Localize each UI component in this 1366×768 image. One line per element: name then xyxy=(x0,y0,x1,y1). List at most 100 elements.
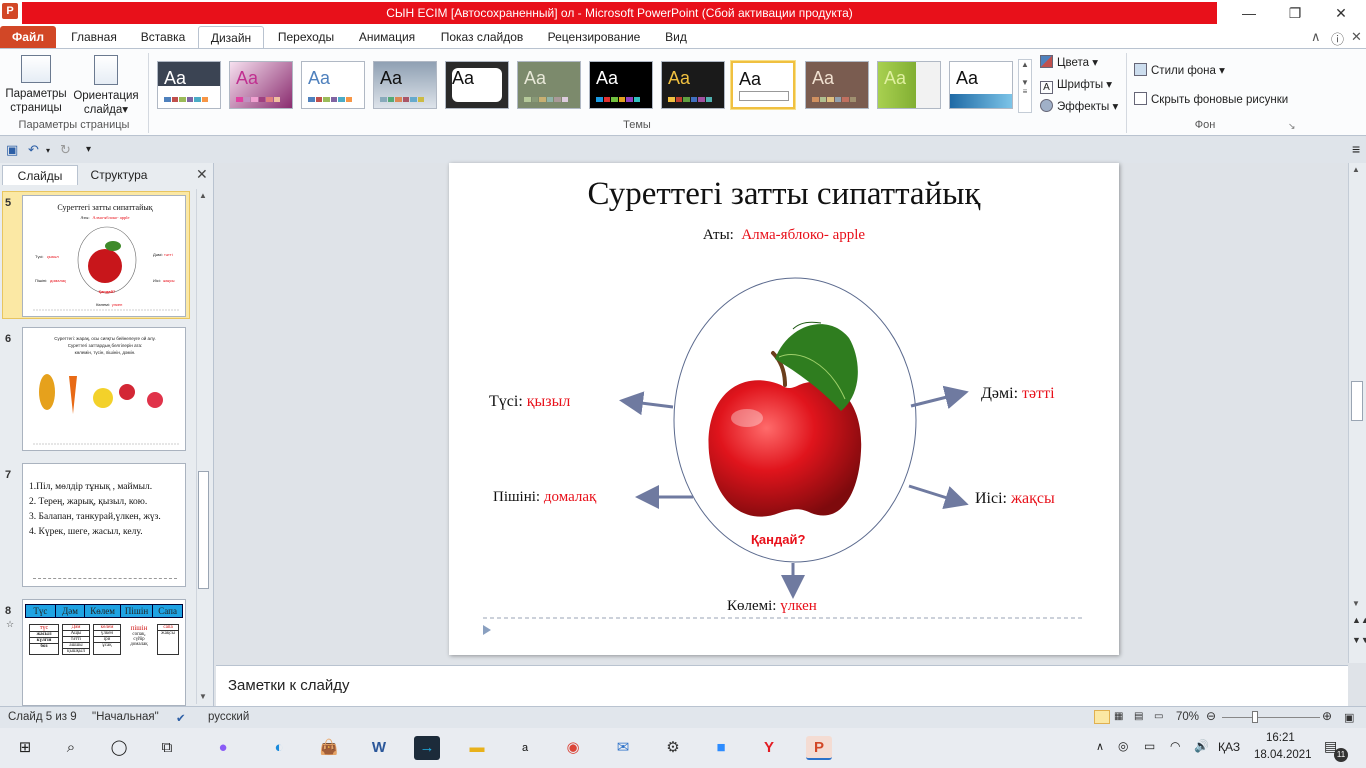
slide-thumbnail-6[interactable]: Суреттегі: жарақ, осы сияқты бейнелеуге … xyxy=(22,327,186,451)
page-setup-button[interactable]: Параметры страницы xyxy=(4,55,68,115)
task-view-icon[interactable]: ⧉ xyxy=(154,736,180,760)
theme-pink[interactable]: Aa xyxy=(229,61,293,109)
editor-scrollbar[interactable]: ▲ ▼ ▲▲ ▼▼ xyxy=(1348,163,1366,663)
theme-selected[interactable]: Aa xyxy=(731,61,795,109)
customize-qat-icon[interactable]: ▾ xyxy=(86,144,91,155)
zoom-slider-thumb[interactable] xyxy=(1252,711,1258,723)
tab-slides[interactable]: Слайды xyxy=(2,165,78,185)
theme-olive[interactable]: Aa xyxy=(517,61,581,109)
taste-attribute[interactable]: Дәмі: тәтті xyxy=(981,385,1055,403)
theme-black-gold[interactable]: Aa xyxy=(661,61,725,109)
save-icon[interactable]: ▣ xyxy=(6,142,18,158)
orientation-button[interactable]: Ориентация слайда▾ xyxy=(70,55,142,117)
undo-icon[interactable]: ↶ xyxy=(28,142,39,158)
tab-design[interactable]: Дизайн xyxy=(198,26,264,48)
theme-white[interactable]: Aa xyxy=(301,61,365,109)
slide-thumbnail-5[interactable]: Суреттегі затты сипаттайық Аты: Алма-ябл… xyxy=(22,195,186,317)
minimize-icon[interactable]: — xyxy=(1226,0,1272,26)
meet-now-icon[interactable]: ◎ xyxy=(1118,739,1128,753)
language[interactable]: русский xyxy=(208,711,249,723)
redo-icon[interactable]: ↻ xyxy=(60,142,71,158)
close-panel-icon[interactable]: ✕ xyxy=(196,166,208,183)
clock-time[interactable]: 16:21 xyxy=(1266,732,1295,744)
tab-transitions[interactable]: Переходы xyxy=(270,26,342,48)
powerpoint-app-icon[interactable]: P xyxy=(2,3,18,19)
tab-review[interactable]: Рецензирование xyxy=(540,26,648,48)
effects-button[interactable]: Эффекты ▾ xyxy=(1040,99,1118,113)
theme-blue-wave[interactable]: Aa xyxy=(949,61,1013,109)
slide-thumbnail-8[interactable]: Түс Дәм Көлем Пішін Сапа түс жасыл күлгі… xyxy=(22,599,186,706)
volume-icon[interactable]: 🔊 xyxy=(1194,739,1209,753)
store-icon[interactable]: 👜 xyxy=(316,736,342,760)
help-icon[interactable]: ⓘ xyxy=(1331,29,1344,48)
slideshow-view-icon[interactable]: ▭ xyxy=(1154,711,1163,722)
theme-green[interactable]: Aa xyxy=(877,61,941,109)
ribbon-collapse-icon[interactable]: ≡ xyxy=(1352,141,1360,157)
alice-icon[interactable]: ● xyxy=(210,736,236,760)
slides-panel-scrollbar[interactable]: ▲ ▼ xyxy=(196,189,210,704)
current-slide[interactable]: Суреттегі затты сипаттайық Аты: Алма-ябл… xyxy=(449,163,1119,655)
notes-pane[interactable]: Заметки к слайду xyxy=(216,665,1348,706)
reading-view-icon[interactable]: ▤ xyxy=(1134,711,1143,722)
clock-date[interactable]: 18.04.2021 xyxy=(1254,749,1312,761)
zoom-level[interactable]: 70% xyxy=(1176,711,1199,723)
cortana-icon[interactable]: ◯ xyxy=(106,736,132,760)
zoom-out-icon[interactable]: ⊖ xyxy=(1206,709,1216,723)
theme-brown[interactable]: Aa xyxy=(805,61,869,109)
search-icon[interactable]: ⌕ xyxy=(58,736,84,760)
undo-dropdown-icon[interactable]: ▾ xyxy=(46,146,50,155)
theme-dark-frame[interactable]: Aa xyxy=(445,61,509,109)
question-label[interactable]: Қандай? xyxy=(751,532,805,547)
dialog-launcher-icon[interactable]: ↘ xyxy=(1288,121,1296,132)
tray-expand-icon[interactable]: ∧ xyxy=(1096,740,1104,753)
zoom-app-icon[interactable]: ■ xyxy=(708,736,734,760)
settings-gear-icon[interactable]: ⚙ xyxy=(660,736,686,760)
smell-attribute[interactable]: Иісі: жақсы xyxy=(975,490,1055,508)
battery-icon[interactable]: ▭ xyxy=(1144,739,1155,753)
tab-slideshow[interactable]: Показ слайдов xyxy=(432,26,532,48)
scroll-up-icon[interactable]: ▲ xyxy=(1352,165,1360,174)
minimize-ribbon-icon[interactable]: ∧ xyxy=(1311,29,1321,45)
spellcheck-icon[interactable]: ✔ xyxy=(176,711,186,725)
tab-view[interactable]: Вид xyxy=(656,26,696,48)
theme-grey[interactable]: Aa xyxy=(373,61,437,109)
file-explorer-icon[interactable]: ▬ xyxy=(464,736,490,760)
terminal-icon[interactable]: → xyxy=(414,736,440,760)
scroll-down-icon[interactable]: ▼ xyxy=(1352,599,1360,608)
scroll-up-icon[interactable]: ▲ xyxy=(199,191,207,200)
powerpoint-taskbar-icon[interactable]: P xyxy=(806,736,832,760)
zoom-in-icon[interactable]: ⊕ xyxy=(1322,709,1332,723)
mdi-close-icon[interactable]: ✕ xyxy=(1351,29,1362,45)
bg-styles-button[interactable]: Стили фона ▾ xyxy=(1134,63,1225,77)
chrome-icon[interactable]: ◉ xyxy=(560,736,586,760)
tab-file[interactable]: Файл xyxy=(0,26,56,48)
slide-thumbnail-7[interactable]: 1.Піл, мөлдір тұнық , маймыл. 2. Терең, … xyxy=(22,463,186,587)
scroll-thumb[interactable] xyxy=(198,471,209,589)
word-icon[interactable]: W xyxy=(366,736,392,760)
normal-view-icon[interactable] xyxy=(1094,710,1110,724)
prev-slide-icon[interactable]: ▲▲ xyxy=(1352,615,1366,625)
restore-icon[interactable]: ❐ xyxy=(1272,0,1318,26)
zoom-slider[interactable] xyxy=(1222,717,1320,718)
input-language[interactable]: ҚАЗ xyxy=(1218,740,1240,754)
windows-start-icon[interactable]: ⊞ xyxy=(12,736,38,760)
theme-gallery-scroll[interactable]: ▲ ▼ ≡ xyxy=(1018,59,1032,113)
next-slide-icon[interactable]: ▼▼ xyxy=(1352,635,1366,645)
theme-office[interactable]: Aa xyxy=(157,61,221,109)
theme-name[interactable]: "Начальная" xyxy=(92,711,159,723)
mail-icon[interactable]: ✉ xyxy=(610,736,636,760)
color-attribute[interactable]: Түсі: қызыл xyxy=(489,393,570,411)
yandex-browser-icon[interactable]: Y xyxy=(756,736,782,760)
theme-black[interactable]: Aa xyxy=(589,61,653,109)
tab-home[interactable]: Главная xyxy=(62,26,126,48)
fonts-button[interactable]: A Шрифты ▾ xyxy=(1040,77,1112,94)
close-icon[interactable]: ✕ xyxy=(1318,0,1364,26)
fit-to-window-icon[interactable]: ▣ xyxy=(1344,711,1354,724)
amazon-icon[interactable]: a xyxy=(512,736,538,760)
tab-outline[interactable]: Структура xyxy=(80,165,158,185)
slide-sorter-icon[interactable]: ▦ xyxy=(1114,711,1123,722)
hide-bg-checkbox[interactable]: Скрыть фоновые рисунки xyxy=(1134,92,1288,106)
scroll-thumb[interactable] xyxy=(1351,381,1363,421)
edge-icon[interactable]: ◐ xyxy=(266,736,292,760)
size-attribute[interactable]: Көлемі: үлкен xyxy=(727,598,817,615)
